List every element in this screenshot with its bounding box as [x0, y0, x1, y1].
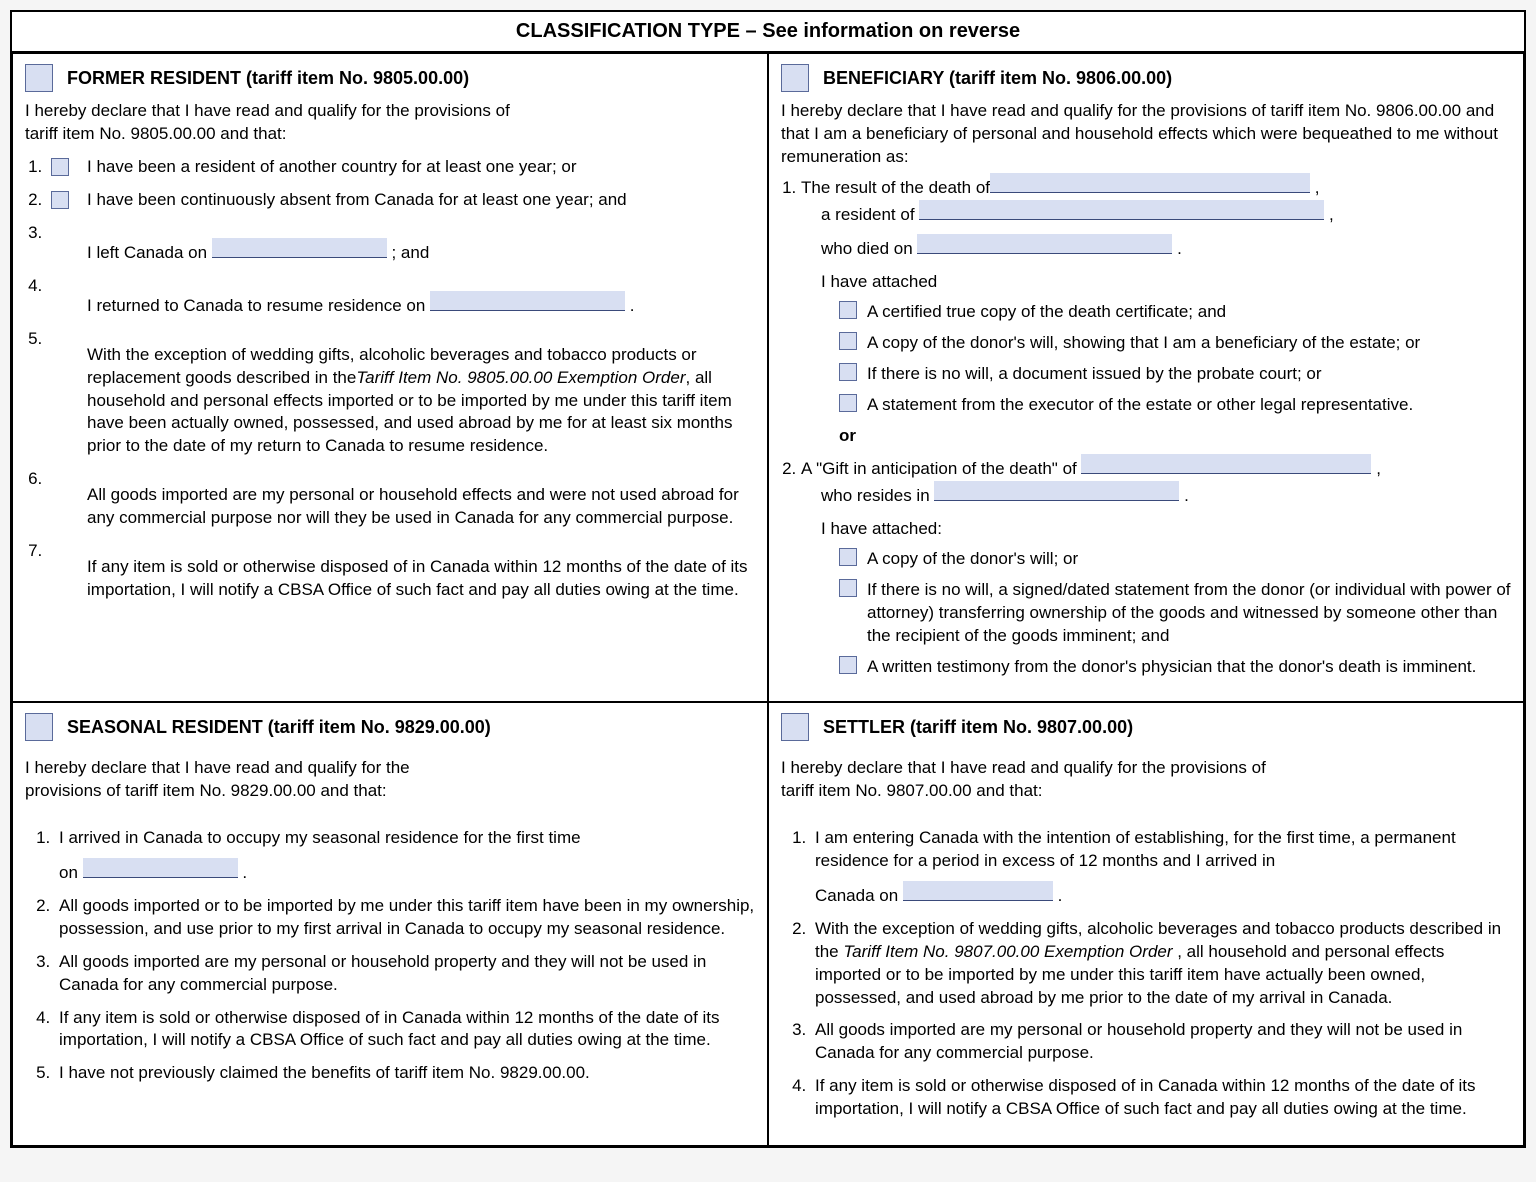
- beneficiary-section: BENEFICIARY (tariff item No. 9806.00.00)…: [768, 53, 1524, 702]
- seasonal-arrival-date-field[interactable]: [83, 858, 238, 878]
- signed-statement-checkbox[interactable]: [839, 579, 857, 597]
- settler-section: SETTLER (tariff item No. 9807.00.00) I h…: [768, 702, 1524, 1146]
- left-canada-date-field[interactable]: [212, 238, 387, 258]
- probate-doc-text: If there is no will, a document issued b…: [867, 363, 1322, 386]
- donor-will-text: A copy of the donor's will, showing that…: [867, 332, 1420, 355]
- former-item1-checkbox[interactable]: [51, 158, 69, 176]
- seasonal-resident-section: SEASONAL RESIDENT (tariff item No. 9829.…: [12, 702, 768, 1146]
- former-item4-text: I returned to Canada to resume residence…: [87, 291, 755, 318]
- beneficiary-title: BENEFICIARY (tariff item No. 9806.00.00): [823, 68, 1172, 89]
- resident-of-field[interactable]: [919, 200, 1324, 220]
- seasonal-intro: I hereby declare that I have read and qu…: [25, 757, 465, 803]
- attached-label-2: I have attached:: [821, 515, 1511, 542]
- physician-testimony-text: A written testimony from the donor's phy…: [867, 656, 1476, 679]
- former-intro: I hereby declare that I have read and qu…: [25, 100, 525, 146]
- signed-statement-text: If there is no will, a signed/dated stat…: [867, 579, 1511, 648]
- seasonal-item2: All goods imported or to be imported by …: [55, 895, 755, 941]
- settler-title: SETTLER (tariff item No. 9807.00.00): [823, 717, 1133, 738]
- former-resident-section: FORMER RESIDENT (tariff item No. 9805.00…: [12, 53, 768, 702]
- died-on-field[interactable]: [917, 234, 1172, 254]
- attached-label-1: I have attached: [821, 268, 1511, 295]
- seasonal-item5: I have not previously claimed the benefi…: [55, 1062, 755, 1085]
- seasonal-item4: If any item is sold or otherwise dispose…: [55, 1007, 755, 1053]
- settler-intro: I hereby declare that I have read and qu…: [781, 757, 1281, 803]
- seasonal-resident-title: SEASONAL RESIDENT (tariff item No. 9829.…: [67, 717, 491, 738]
- death-cert-text: A certified true copy of the death certi…: [867, 301, 1226, 324]
- former-resident-checkbox[interactable]: [25, 64, 53, 92]
- seasonal-item1: I arrived in Canada to occupy my seasona…: [55, 827, 755, 885]
- former-list: I have been a resident of another countr…: [25, 156, 755, 602]
- settler-checkbox[interactable]: [781, 713, 809, 741]
- classification-grid: FORMER RESIDENT (tariff item No. 9805.00…: [12, 53, 1524, 1146]
- beneficiary-checkbox[interactable]: [781, 64, 809, 92]
- former-item6-text: All goods imported are my personal or ho…: [87, 484, 755, 530]
- settler-list: I am entering Canada with the intention …: [781, 827, 1511, 1121]
- physician-testimony-checkbox[interactable]: [839, 656, 857, 674]
- beneficiary-item1: The result of the death of , a resident …: [801, 173, 1511, 448]
- death-cert-checkbox[interactable]: [839, 301, 857, 319]
- beneficiary-item2: A "Gift in anticipation of the death" of…: [801, 454, 1511, 679]
- donor-will-checkbox[interactable]: [839, 332, 857, 350]
- death-of-field[interactable]: [990, 173, 1310, 193]
- form-page: CLASSIFICATION TYPE – See information on…: [10, 10, 1526, 1148]
- beneficiary-list: The result of the death of , a resident …: [781, 173, 1511, 679]
- resides-in-field[interactable]: [934, 481, 1179, 501]
- or-label: or: [839, 425, 1511, 448]
- seasonal-list: I arrived in Canada to occupy my seasona…: [25, 827, 755, 1085]
- page-header: CLASSIFICATION TYPE – See information on…: [12, 12, 1524, 53]
- former-item1-text: I have been a resident of another countr…: [87, 156, 755, 179]
- former-item2-text: I have been continuously absent from Can…: [87, 189, 755, 212]
- gift-anticipation-field[interactable]: [1081, 454, 1371, 474]
- former-item7-text: If any item is sold or otherwise dispose…: [87, 556, 755, 602]
- settler-item1: I am entering Canada with the intention …: [811, 827, 1511, 908]
- donor-will2-text: A copy of the donor's will; or: [867, 548, 1078, 571]
- seasonal-resident-checkbox[interactable]: [25, 713, 53, 741]
- former-item5-text: With the exception of wedding gifts, alc…: [87, 344, 755, 459]
- beneficiary-intro: I hereby declare that I have read and qu…: [781, 100, 1511, 169]
- former-item3-text: I left Canada on ; and: [87, 238, 755, 265]
- settler-item3: All goods imported are my personal or ho…: [811, 1019, 1511, 1065]
- settler-item2: With the exception of wedding gifts, alc…: [811, 918, 1511, 1010]
- executor-statement-checkbox[interactable]: [839, 394, 857, 412]
- former-item2-checkbox[interactable]: [51, 191, 69, 209]
- returned-canada-date-field[interactable]: [430, 291, 625, 311]
- executor-statement-text: A statement from the executor of the est…: [867, 394, 1413, 417]
- donor-will2-checkbox[interactable]: [839, 548, 857, 566]
- settler-item4: If any item is sold or otherwise dispose…: [811, 1075, 1511, 1121]
- probate-doc-checkbox[interactable]: [839, 363, 857, 381]
- former-resident-title: FORMER RESIDENT (tariff item No. 9805.00…: [67, 68, 469, 89]
- settler-arrival-date-field[interactable]: [903, 881, 1053, 901]
- seasonal-item3: All goods imported are my personal or ho…: [55, 951, 755, 997]
